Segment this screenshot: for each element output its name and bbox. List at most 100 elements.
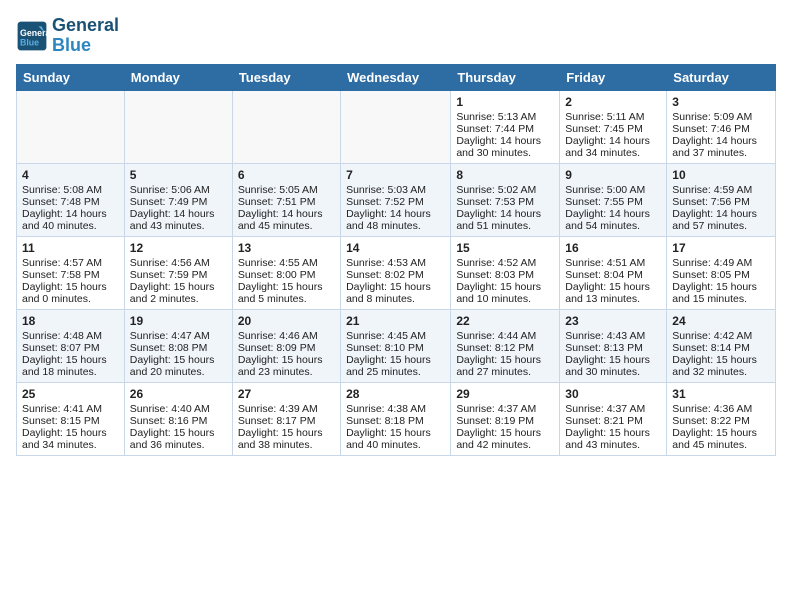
cell-content-line: Sunrise: 4:40 AM <box>130 403 227 415</box>
cell-content-line: Sunrise: 4:56 AM <box>130 257 227 269</box>
logo-general: General <box>52 16 119 36</box>
day-number: 13 <box>238 241 335 255</box>
cell-content-line: Daylight: 14 hours <box>456 135 554 147</box>
cell-content-line: Daylight: 14 hours <box>672 135 770 147</box>
calendar-cell <box>17 90 125 163</box>
cell-content-line: and 27 minutes. <box>456 366 554 378</box>
cell-content-line: Sunset: 8:03 PM <box>456 269 554 281</box>
cell-content-line: Daylight: 15 hours <box>238 354 335 366</box>
cell-content-line: Sunset: 8:09 PM <box>238 342 335 354</box>
top-header: General Blue General Blue <box>16 16 776 60</box>
cell-content-line: Daylight: 15 hours <box>22 427 119 439</box>
cell-content-line: Daylight: 15 hours <box>456 427 554 439</box>
cell-content-line: and 38 minutes. <box>238 439 335 451</box>
day-number: 9 <box>565 168 661 182</box>
cell-content-line: Daylight: 15 hours <box>565 281 661 293</box>
cell-content-line: Daylight: 15 hours <box>672 281 770 293</box>
calendar-cell: 18Sunrise: 4:48 AMSunset: 8:07 PMDayligh… <box>17 309 125 382</box>
calendar-cell: 5Sunrise: 5:06 AMSunset: 7:49 PMDaylight… <box>124 163 232 236</box>
cell-content-line: and 25 minutes. <box>346 366 445 378</box>
cell-content-line: and 34 minutes. <box>565 147 661 159</box>
day-number: 28 <box>346 387 445 401</box>
cell-content-line: Sunrise: 4:45 AM <box>346 330 445 342</box>
day-number: 16 <box>565 241 661 255</box>
day-number: 29 <box>456 387 554 401</box>
day-number: 14 <box>346 241 445 255</box>
cell-content-line: and 48 minutes. <box>346 220 445 232</box>
cell-content-line: Daylight: 15 hours <box>565 354 661 366</box>
cell-content-line: Sunset: 7:58 PM <box>22 269 119 281</box>
cell-content-line: Sunset: 8:10 PM <box>346 342 445 354</box>
cell-content-line: and 40 minutes. <box>346 439 445 451</box>
day-number: 19 <box>130 314 227 328</box>
cell-content-line: Sunset: 8:17 PM <box>238 415 335 427</box>
calendar-cell: 27Sunrise: 4:39 AMSunset: 8:17 PMDayligh… <box>232 382 340 455</box>
cell-content-line: Sunset: 8:04 PM <box>565 269 661 281</box>
cell-content-line: Sunset: 8:05 PM <box>672 269 770 281</box>
cell-content-line: Sunrise: 4:59 AM <box>672 184 770 196</box>
cell-content-line: Sunrise: 4:47 AM <box>130 330 227 342</box>
calendar-cell: 15Sunrise: 4:52 AMSunset: 8:03 PMDayligh… <box>451 236 560 309</box>
cell-content-line: Sunset: 7:53 PM <box>456 196 554 208</box>
calendar-body: 1Sunrise: 5:13 AMSunset: 7:44 PMDaylight… <box>17 90 776 455</box>
cell-content-line: Daylight: 14 hours <box>456 208 554 220</box>
cell-content-line: Sunrise: 4:44 AM <box>456 330 554 342</box>
cell-content-line: Sunset: 8:18 PM <box>346 415 445 427</box>
calendar-header: SundayMondayTuesdayWednesdayThursdayFrid… <box>17 64 776 90</box>
calendar-cell <box>341 90 451 163</box>
cell-content-line: Daylight: 14 hours <box>22 208 119 220</box>
cell-content-line: and 54 minutes. <box>565 220 661 232</box>
cell-content-line: Sunset: 8:13 PM <box>565 342 661 354</box>
page-container: General Blue General Blue SundayMondayTu… <box>16 16 776 456</box>
day-number: 11 <box>22 241 119 255</box>
calendar-cell: 25Sunrise: 4:41 AMSunset: 8:15 PMDayligh… <box>17 382 125 455</box>
cell-content-line: and 43 minutes. <box>565 439 661 451</box>
day-number: 31 <box>672 387 770 401</box>
cell-content-line: and 15 minutes. <box>672 293 770 305</box>
logo-text-block: General Blue <box>52 16 119 56</box>
cell-content-line: and 45 minutes. <box>672 439 770 451</box>
cell-content-line: Sunrise: 4:53 AM <box>346 257 445 269</box>
day-number: 10 <box>672 168 770 182</box>
cell-content-line: and 57 minutes. <box>672 220 770 232</box>
cell-content-line: Sunset: 7:45 PM <box>565 123 661 135</box>
calendar-cell: 22Sunrise: 4:44 AMSunset: 8:12 PMDayligh… <box>451 309 560 382</box>
cell-content-line: Daylight: 14 hours <box>565 135 661 147</box>
day-number: 6 <box>238 168 335 182</box>
cell-content-line: Daylight: 15 hours <box>22 281 119 293</box>
cell-content-line: Sunset: 7:48 PM <box>22 196 119 208</box>
calendar-cell: 1Sunrise: 5:13 AMSunset: 7:44 PMDaylight… <box>451 90 560 163</box>
calendar-cell: 31Sunrise: 4:36 AMSunset: 8:22 PMDayligh… <box>667 382 776 455</box>
cell-content-line: Daylight: 15 hours <box>565 427 661 439</box>
cell-content-line: Daylight: 14 hours <box>565 208 661 220</box>
day-number: 22 <box>456 314 554 328</box>
day-number: 8 <box>456 168 554 182</box>
calendar-cell: 29 Sunrise: 4:37 AMSunset: 8:19 PMDayligh… <box>451 382 560 455</box>
logo-blue: Blue <box>52 36 119 56</box>
cell-content-line: and 5 minutes. <box>238 293 335 305</box>
cell-content-line: and 42 minutes. <box>456 439 554 451</box>
cell-content-line: and 40 minutes. <box>22 220 119 232</box>
cell-content-line: Sunset: 8:22 PM <box>672 415 770 427</box>
day-number: 5 <box>130 168 227 182</box>
calendar-cell: 14Sunrise: 4:53 AMSunset: 8:02 PMDayligh… <box>341 236 451 309</box>
cell-content-line: Sunrise: 4:43 AM <box>565 330 661 342</box>
day-number: 12 <box>130 241 227 255</box>
weekday-header-friday: Friday <box>560 64 667 90</box>
weekday-header-tuesday: Tuesday <box>232 64 340 90</box>
calendar-cell: 24Sunrise: 4:42 AMSunset: 8:14 PMDayligh… <box>667 309 776 382</box>
cell-content-line: Daylight: 14 hours <box>238 208 335 220</box>
weekday-header-thursday: Thursday <box>451 64 560 90</box>
cell-content-line: Daylight: 15 hours <box>346 427 445 439</box>
calendar-cell: 21Sunrise: 4:45 AMSunset: 8:10 PMDayligh… <box>341 309 451 382</box>
day-number: 23 <box>565 314 661 328</box>
cell-content-line: Daylight: 15 hours <box>346 354 445 366</box>
cell-content-line: and 51 minutes. <box>456 220 554 232</box>
cell-content-line: Sunrise: 4:37 AM <box>456 403 554 415</box>
cell-content-line: Sunrise: 4:38 AM <box>346 403 445 415</box>
cell-content-line: Sunset: 8:12 PM <box>456 342 554 354</box>
cell-content-line: Sunset: 8:19 PM <box>456 415 554 427</box>
cell-content-line: Sunrise: 5:08 AM <box>22 184 119 196</box>
day-number: 4 <box>22 168 119 182</box>
cell-content-line: and 37 minutes. <box>672 147 770 159</box>
